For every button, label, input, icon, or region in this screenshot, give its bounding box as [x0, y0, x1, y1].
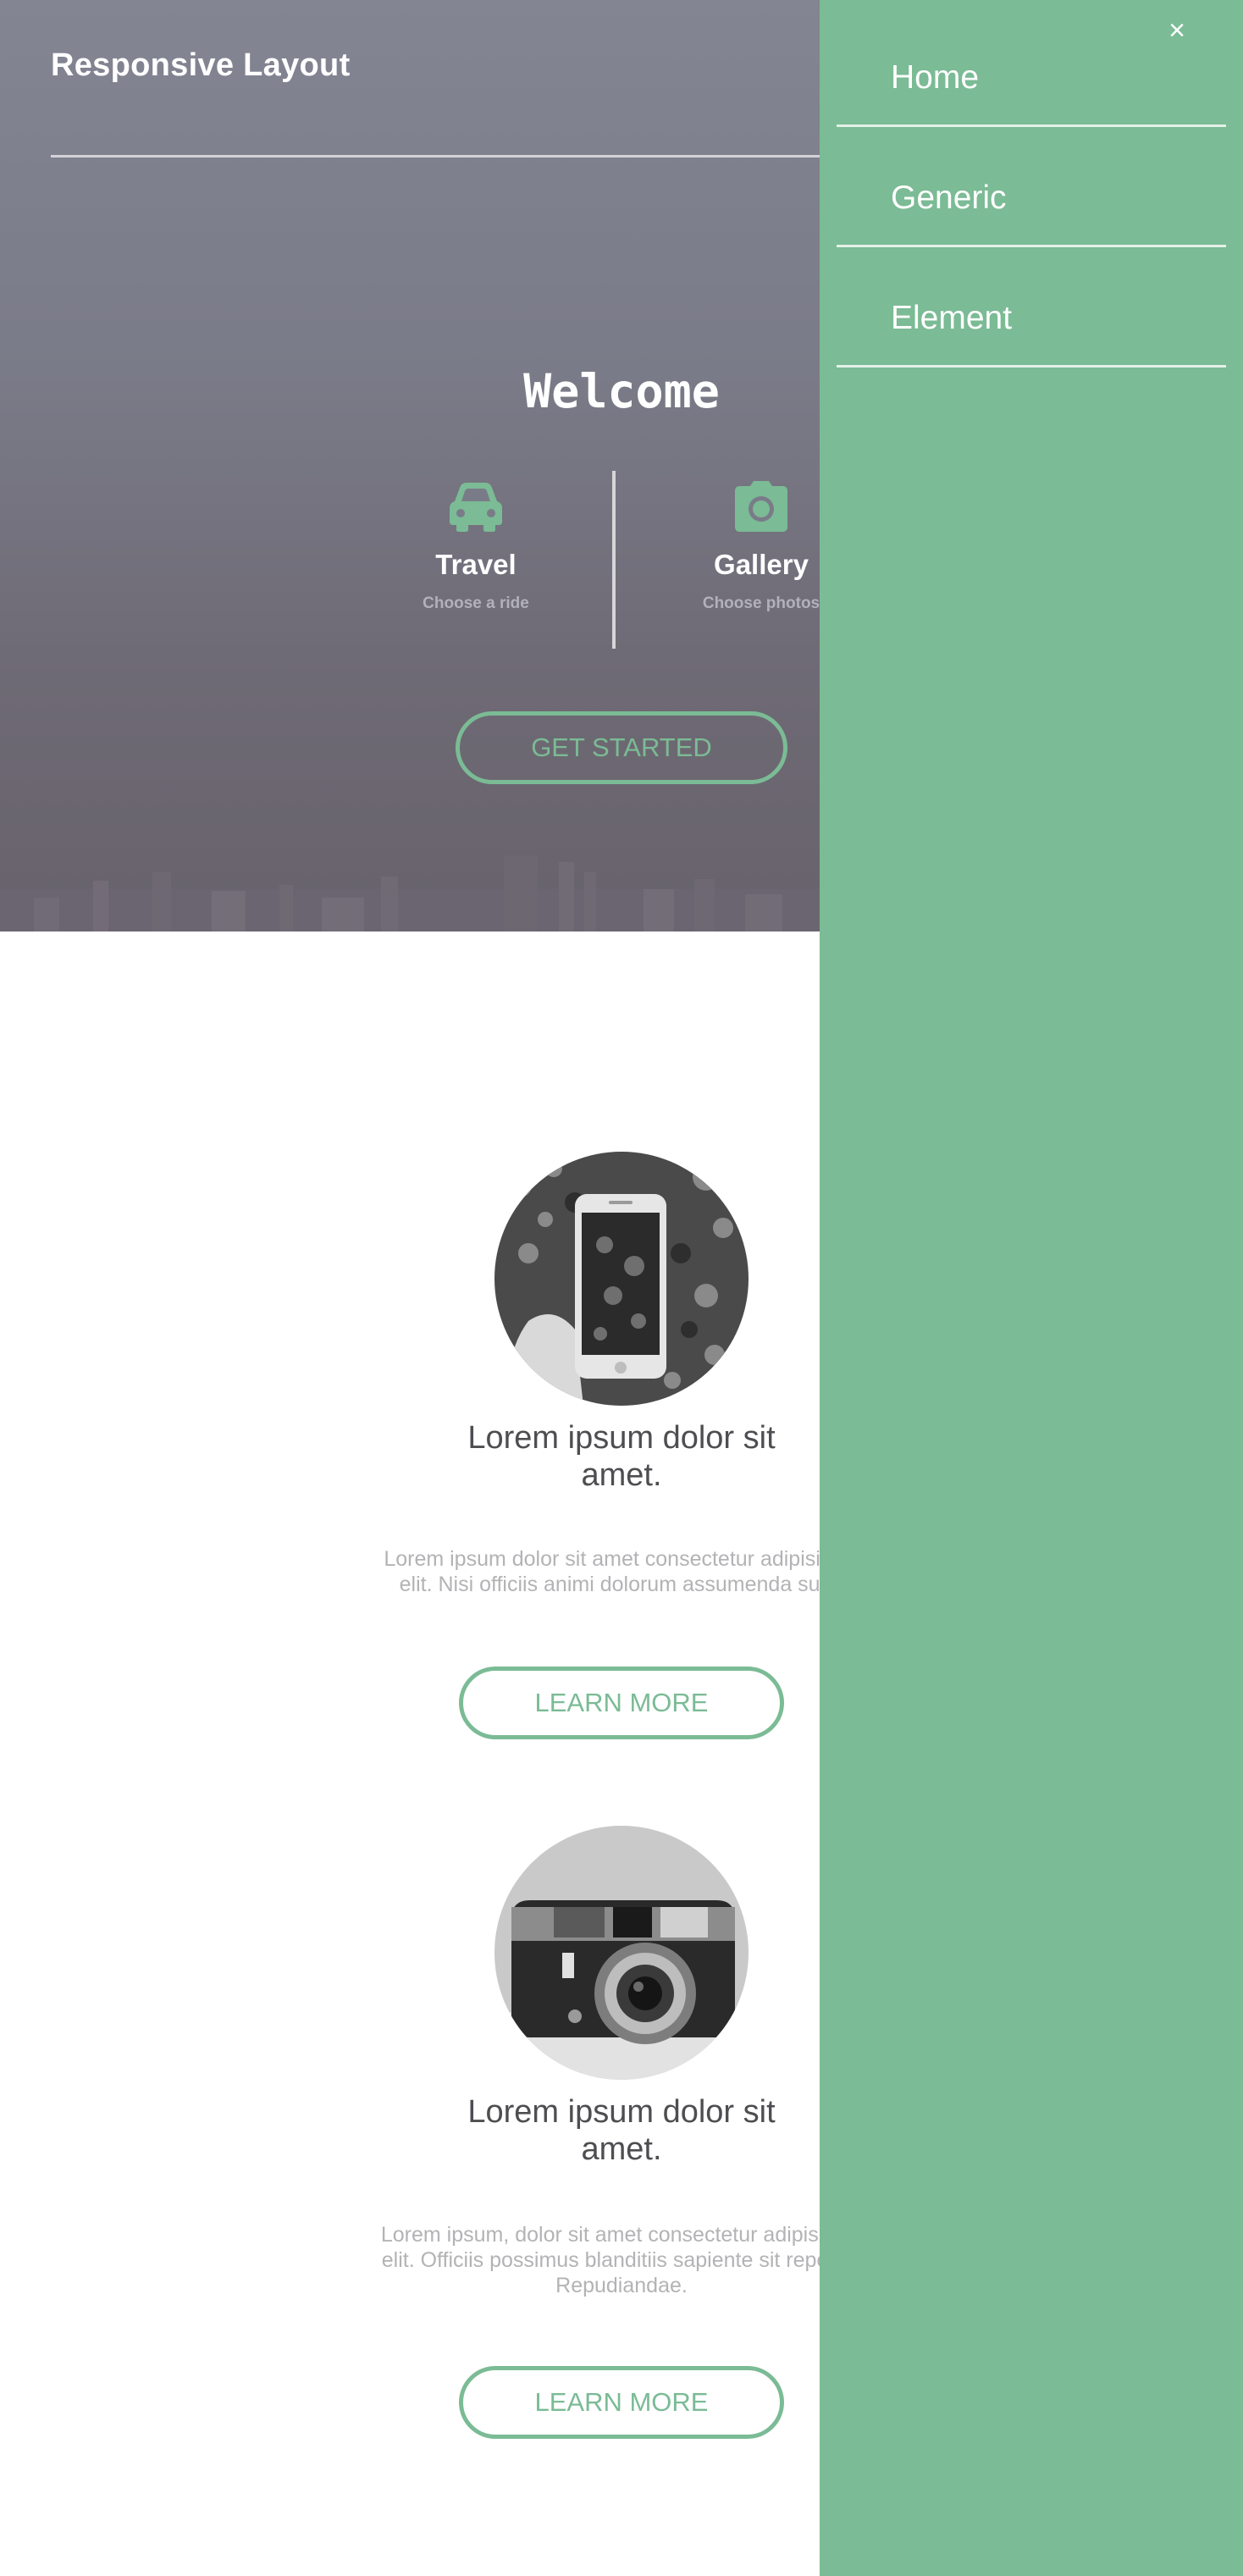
content-text: Lorem ipsum dolor sit amet consectetur a… — [384, 1547, 859, 1596]
car-icon — [450, 483, 502, 532]
learn-more-button[interactable]: LEARN MORE — [459, 2366, 784, 2439]
content-title: Lorem ipsum dolor sit amet. — [467, 1420, 776, 1493]
sidebar-item-label: Element — [891, 300, 1013, 336]
learn-more-button[interactable]: LEARN MORE — [459, 1667, 784, 1739]
content-title: Lorem ipsum dolor sit amet. — [467, 2094, 776, 2167]
feature-divider — [612, 471, 616, 649]
camera-photo — [494, 1826, 749, 2080]
sidebar-item-home[interactable]: Home — [837, 7, 1226, 127]
camera-icon — [735, 481, 787, 532]
feature-title: Travel — [435, 549, 517, 580]
sidebar-menu — [820, 0, 1243, 2576]
sidebar-item-label: Home — [891, 59, 980, 96]
feature-subtitle: Choose a ride — [423, 594, 529, 612]
city-skyline-image — [0, 855, 820, 931]
get-started-button[interactable]: GET STARTED — [456, 711, 787, 784]
sidebar-item-element[interactable]: Element — [837, 247, 1226, 368]
sidebar-item-label: Generic — [891, 180, 1007, 216]
sidebar-item-generic[interactable]: Generic — [837, 127, 1226, 247]
content-text: Lorem ipsum, dolor sit amet consectetur … — [380, 2223, 863, 2297]
header-divider — [51, 155, 821, 158]
smartphone-photo — [494, 1152, 749, 1406]
site-title[interactable]: Responsive Layout — [51, 47, 351, 84]
feature-travel[interactable]: Travel Choose a ride — [340, 481, 611, 613]
